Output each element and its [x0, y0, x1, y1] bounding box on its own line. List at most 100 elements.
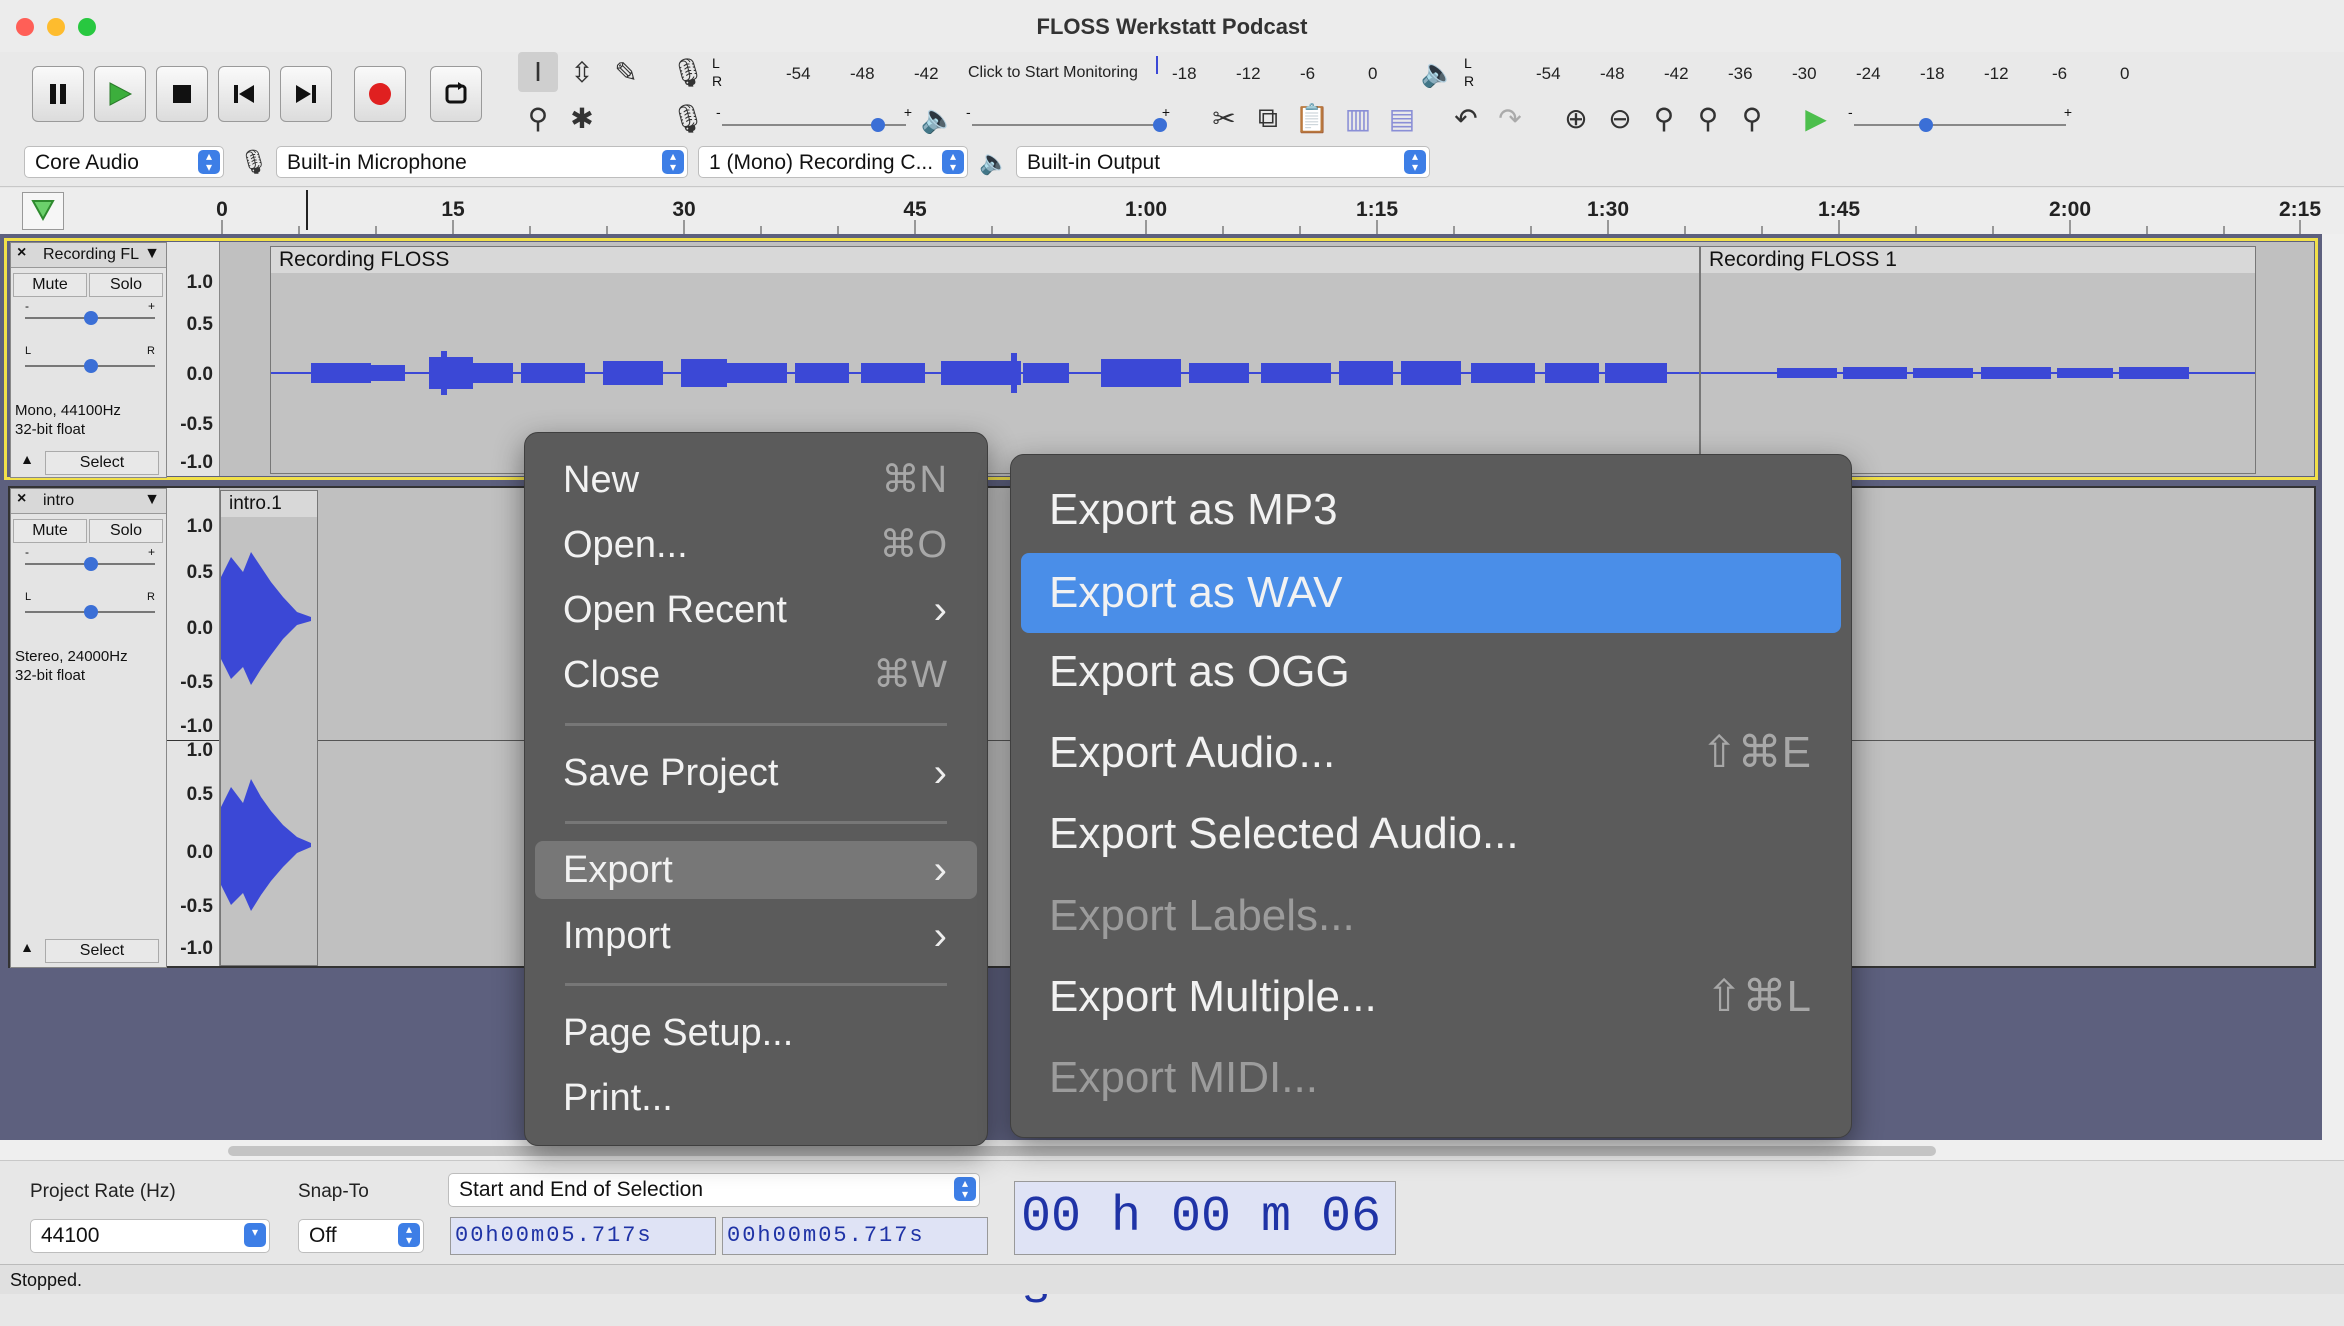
record-icon: [369, 83, 391, 105]
cut-icon[interactable]: ✂: [1204, 98, 1244, 138]
track-name-menu[interactable]: × Recording FL ▼: [11, 243, 166, 268]
zoom-tool-icon[interactable]: ⚲: [518, 98, 558, 138]
close-track-icon[interactable]: ×: [17, 490, 26, 508]
input-device-select[interactable]: Built-in Microphone ▴ ▾: [276, 146, 688, 178]
menu-item-close[interactable]: Close ⌘W: [535, 646, 977, 704]
select-track-button[interactable]: Select: [45, 451, 159, 475]
play-at-speed-slider[interactable]: - +: [1848, 104, 2072, 138]
record-meter-channels: LR: [712, 55, 723, 89]
recording-volume-slider[interactable]: - +: [716, 104, 912, 138]
toolbar: I ⇳ ✎ ⚲ ✱ 🎙 LR -54 -48 -42 Click to Star…: [0, 52, 2344, 187]
stop-button[interactable]: [156, 66, 208, 122]
envelope-tool-icon[interactable]: ⇳: [562, 52, 602, 92]
selection-end-time[interactable]: 00h00m05.717s: [722, 1217, 988, 1255]
channels-select[interactable]: 1 (Mono) Recording C... ▴ ▾: [698, 146, 968, 178]
timeline-ruler[interactable]: 0 15 30 45 1:00 1:15 1:30 1:45 2:00 2:15: [0, 188, 2344, 235]
snap-to-select[interactable]: Off ▴ ▾: [298, 1219, 424, 1253]
menu-item-export-wav[interactable]: Export as WAV: [1021, 553, 1841, 633]
mute-button[interactable]: Mute: [13, 273, 87, 297]
track-control-panel[interactable]: × intro ▼ Mute Solo - + LR Stereo, 24000H…: [10, 488, 167, 968]
paste-icon[interactable]: 📋: [1292, 98, 1332, 138]
audio-position-time[interactable]: 00 h 00 m 06 s: [1014, 1181, 1396, 1318]
playback-volume-slider[interactable]: - +: [966, 104, 1170, 138]
vertical-scrollbar[interactable]: [2322, 234, 2344, 1140]
menu-item-export-mp3[interactable]: Export as MP3: [1021, 473, 1841, 547]
menu-item-print[interactable]: Print...: [535, 1069, 977, 1127]
input-device-icon: 🎙: [238, 148, 270, 176]
loop-button[interactable]: [430, 66, 482, 122]
selection-mode-select[interactable]: Start and End of Selection ▴ ▾: [448, 1173, 980, 1207]
audio-clip[interactable]: intro.1: [220, 490, 318, 966]
close-track-icon[interactable]: ×: [17, 244, 26, 262]
menu-item-export-multiple[interactable]: Export Multiple... ⇧⌘L: [1021, 960, 1841, 1034]
selection-start-time[interactable]: 00h00m05.717s: [450, 1217, 716, 1255]
fit-project-icon[interactable]: ⚲: [1688, 98, 1728, 138]
select-track-button[interactable]: Select: [45, 939, 159, 963]
skip-to-end-button[interactable]: [280, 66, 332, 122]
track-name-menu[interactable]: × intro ▼: [11, 489, 166, 514]
menu-item-page-setup[interactable]: Page Setup...: [535, 1004, 977, 1062]
waveform: [221, 552, 311, 911]
copy-icon[interactable]: ⧉: [1248, 98, 1288, 138]
multi-tool-icon[interactable]: ✱: [562, 98, 602, 138]
audio-host-select[interactable]: Core Audio ▴ ▾: [24, 146, 224, 178]
menu-separator: [565, 723, 947, 726]
track-info: Mono, 44100Hz 32-bit float: [15, 402, 121, 438]
pause-button[interactable]: [32, 66, 84, 122]
fit-selection-icon[interactable]: ⚲: [1644, 98, 1684, 138]
clip-title[interactable]: Recording FLOSS 1: [1701, 247, 2255, 273]
horizontal-scrollbar[interactable]: [0, 1140, 2344, 1160]
gain-slider[interactable]: - +: [25, 299, 155, 329]
file-menu: New ⌘N Open... ⌘O Open Recent › Close ⌘W Sav…: [524, 432, 988, 1146]
menu-item-import[interactable]: Import ›: [535, 907, 977, 965]
ruler-tick: 0: [216, 198, 228, 221]
zoom-out-icon[interactable]: ⊖: [1600, 98, 1640, 138]
loop-icon: [445, 82, 467, 104]
zoom-in-icon[interactable]: ⊕: [1556, 98, 1596, 138]
redo-icon[interactable]: ↷: [1490, 98, 1530, 138]
track-control-panel[interactable]: × Recording FL ▼ Mute Solo - + LR Mono, 4…: [10, 242, 167, 478]
silence-audio-icon[interactable]: ▤: [1382, 98, 1422, 138]
snap-to-label: Snap-To: [298, 1181, 369, 1202]
solo-button[interactable]: Solo: [89, 519, 163, 543]
undo-icon[interactable]: ↶: [1446, 98, 1486, 138]
collapse-track-icon[interactable]: ▲: [13, 451, 41, 473]
chevron-updown-icon: ▴ ▾: [942, 150, 964, 174]
pan-slider[interactable]: LR: [25, 345, 155, 377]
output-device-select[interactable]: Built-in Output ▴ ▾: [1016, 146, 1430, 178]
playback-volume-icon: 🔈: [920, 102, 956, 134]
export-submenu: Export as MP3 Export as WAV Export as OG…: [1010, 454, 1852, 1138]
ruler-tick: 2:15: [2278, 198, 2322, 221]
record-button[interactable]: [354, 66, 406, 122]
menu-item-open[interactable]: Open... ⌘O: [535, 516, 977, 574]
selection-tool-icon[interactable]: I: [518, 52, 558, 92]
ruler-tick: 15: [441, 198, 465, 221]
project-rate-select[interactable]: 44100 ▾: [30, 1219, 270, 1253]
collapse-track-icon[interactable]: ▲: [13, 939, 41, 961]
zoom-toggle-icon[interactable]: ⚲: [1732, 98, 1772, 138]
draw-tool-icon[interactable]: ✎: [606, 52, 646, 92]
menu-item-export-midi: Export MIDI...: [1049, 1053, 1318, 1102]
solo-button[interactable]: Solo: [89, 273, 163, 297]
menu-item-save-project[interactable]: Save Project ›: [535, 744, 977, 802]
trim-audio-icon[interactable]: ▥: [1338, 98, 1378, 138]
menu-item-open-recent[interactable]: Open Recent ›: [535, 581, 977, 639]
clip-title[interactable]: intro.1: [221, 491, 317, 517]
project-rate-label: Project Rate (Hz): [30, 1181, 176, 1202]
audio-clip[interactable]: Recording FLOSS 1: [1700, 246, 2256, 474]
play-button[interactable]: [94, 66, 146, 122]
record-meter[interactable]: -54 -48 -42 Click to Start Monitoring -1…: [728, 56, 1388, 92]
skip-to-start-button[interactable]: [218, 66, 270, 122]
menu-item-export-audio[interactable]: Export Audio... ⇧⌘E: [1021, 716, 1841, 790]
play-at-speed-icon[interactable]: ▶: [1796, 98, 1836, 138]
menu-item-export-ogg[interactable]: Export as OGG: [1021, 635, 1841, 709]
playback-meter[interactable]: -54 -48 -42 -36 -30 -24 -18 -12 -6 0: [1480, 56, 2140, 92]
gain-slider[interactable]: - +: [25, 545, 155, 575]
menu-item-export-selected-audio[interactable]: Export Selected Audio...: [1021, 797, 1841, 871]
scrollbar-thumb[interactable]: [228, 1146, 1936, 1156]
menu-item-export[interactable]: Export ›: [535, 841, 977, 899]
pan-slider[interactable]: LR: [25, 591, 155, 623]
mute-button[interactable]: Mute: [13, 519, 87, 543]
menu-item-new[interactable]: New ⌘N: [535, 451, 977, 509]
clip-title[interactable]: Recording FLOSS: [271, 247, 1699, 273]
